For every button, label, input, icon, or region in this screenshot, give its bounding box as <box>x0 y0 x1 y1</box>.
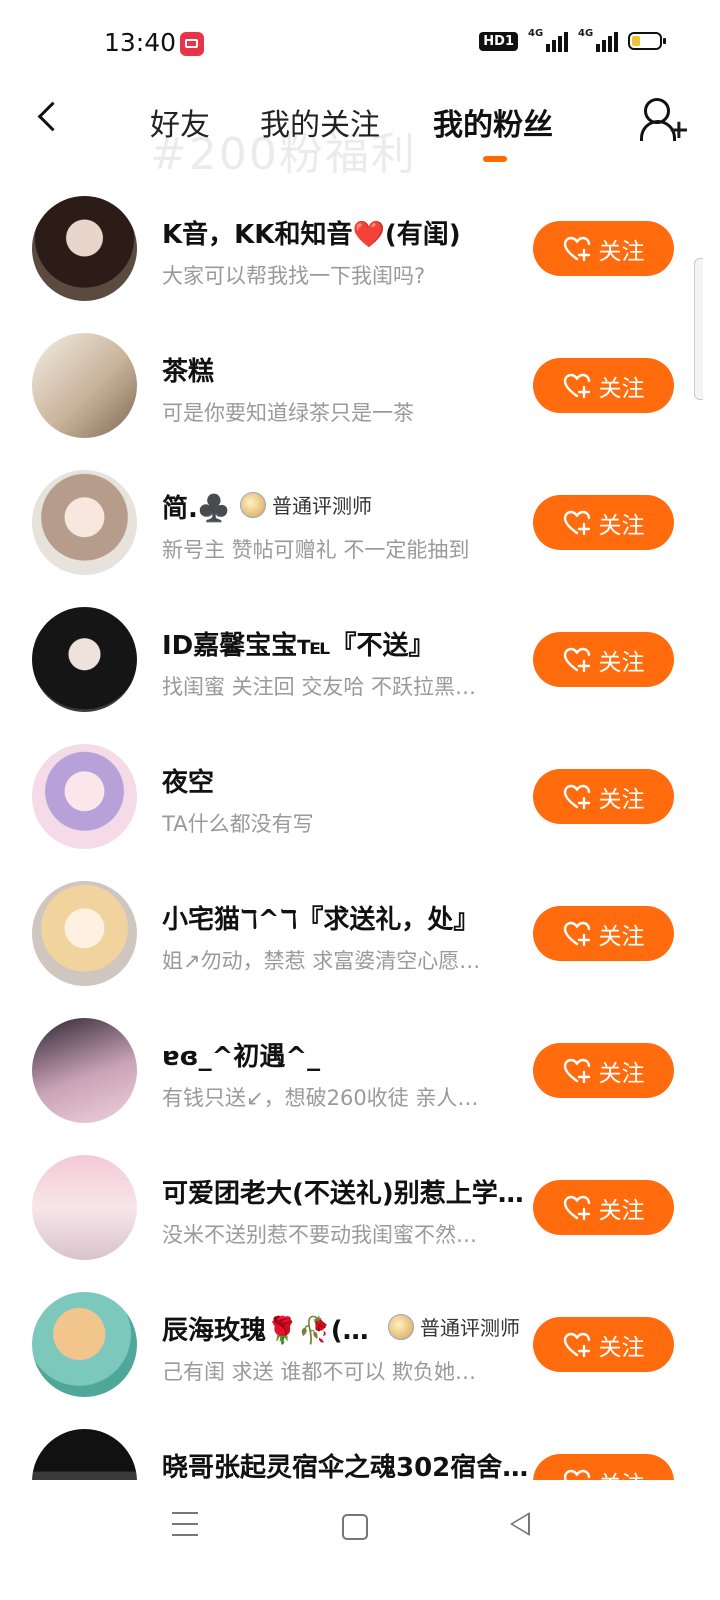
follow-button[interactable]: 关注 <box>533 906 674 961</box>
follow-button[interactable]: 关注 <box>533 495 674 550</box>
follow-button[interactable]: 关注 <box>533 632 674 687</box>
list-item[interactable]: 晓哥张起灵宿伞之魂302宿舍… 关注 <box>0 1411 720 1480</box>
header: #200粉福利 好友 我的关注 我的粉丝 + <box>0 88 720 180</box>
follow-label: 关注 <box>598 1334 645 1361</box>
fan-name: 夜空 <box>162 768 215 798</box>
follow-button[interactable]: 关注 <box>533 769 674 824</box>
heart-plus-icon <box>563 236 591 262</box>
reviewer-badge-label: 普通评测师 <box>420 1316 520 1340</box>
fan-bio: TA什么都没有写 <box>162 812 314 836</box>
list-item[interactable]: 茶糕 可是你要知道绿茶只是一茶 关注 <box>0 315 720 452</box>
heart-plus-icon <box>563 373 591 399</box>
avatar[interactable] <box>32 196 137 301</box>
fan-name: 晓哥张起灵宿伞之魂302宿舍… <box>162 1453 529 1480</box>
fan-name: 辰海玫瑰🌹🥀(… <box>162 1316 369 1346</box>
fan-name: K音，KK和知音❤️(有闺) <box>162 220 461 250</box>
list-item[interactable]: ɐɞ_^初遇^_ 有钱只送↙，想破260收徒 亲人… 关注 <box>0 1000 720 1137</box>
back-button[interactable] <box>30 98 70 138</box>
list-item[interactable]: 小宅猫ℸ^ℸ『求送礼，处』 姐↗勿动，禁惹 求富婆清空心愿… 关注 <box>0 863 720 1000</box>
follow-label: 关注 <box>598 1060 645 1087</box>
screen-record-icon <box>180 32 204 56</box>
fan-list: K音，KK和知音❤️(有闺) 大家可以帮我找一下我闺吗? 关注 茶糕 可是你要知… <box>0 178 720 1480</box>
avatar[interactable] <box>32 1155 137 1260</box>
follow-label: 关注 <box>598 786 645 813</box>
status-bar: 13:40 HD1 4G 4G <box>0 0 720 88</box>
avatar[interactable] <box>32 881 137 986</box>
fan-bio: 找闺蜜 关注回 交友哈 不跃拉黑… <box>162 675 477 699</box>
reviewer-badge-icon <box>240 491 266 518</box>
fan-name: ID嘉馨宝宝℡『不送』 <box>162 631 435 661</box>
heart-plus-icon <box>563 784 591 810</box>
reviewer-badge: 普通评测师 <box>240 490 372 519</box>
follow-label: 关注 <box>598 512 645 539</box>
avatar[interactable] <box>32 1292 137 1397</box>
fan-bio: 大家可以帮我找一下我闺吗? <box>162 264 426 288</box>
back-triangle-icon[interactable] <box>510 1512 530 1536</box>
follow-label: 关注 <box>598 238 645 265</box>
reviewer-badge-label: 普通评测师 <box>272 494 372 518</box>
battery-icon <box>628 32 666 50</box>
tab-friends[interactable]: 好友 <box>150 100 210 144</box>
fan-bio: 有钱只送↙，想破260收徒 亲人… <box>162 1086 479 1110</box>
fan-name: 简.♣️ <box>162 494 231 524</box>
list-item[interactable]: ID嘉馨宝宝℡『不送』 找闺蜜 关注回 交友哈 不跃拉黑… 关注 <box>0 589 720 726</box>
tab-following[interactable]: 我的关注 <box>260 100 380 144</box>
follow-label: 关注 <box>598 649 645 676</box>
avatar[interactable] <box>32 744 137 849</box>
fan-name: 小宅猫ℸ^ℸ『求送礼，处』 <box>162 905 480 935</box>
reviewer-badge: 普通评测师 <box>388 1312 520 1341</box>
fan-name: ɐɞ_^初遇^_ <box>162 1042 321 1072</box>
fan-name: 茶糕 <box>162 357 215 387</box>
signal-label-2: 4G <box>578 28 594 39</box>
fan-bio: 没米不送别惹不要动我闺蜜不然… <box>162 1223 477 1247</box>
follow-button[interactable]: 关注 <box>533 221 674 276</box>
avatar[interactable] <box>32 607 137 712</box>
fan-bio: 己有闺 求送 谁都不可以 欺负她… <box>162 1360 477 1384</box>
hd-icon: HD1 <box>479 31 518 51</box>
home-icon[interactable] <box>342 1514 368 1540</box>
follow-label: 关注 <box>599 1465 645 1481</box>
fan-bio: 姐↗勿动，禁惹 求富婆清空心愿… <box>162 949 481 973</box>
fan-bio: 新号主 赞帖可赠礼 不一定能抽到 <box>162 538 470 562</box>
follow-button[interactable]: 关注 <box>533 1317 674 1372</box>
signal-label-1: 4G <box>528 28 544 39</box>
follow-button[interactable]: 关注 <box>533 358 674 413</box>
heart-plus-icon <box>563 1332 591 1358</box>
avatar[interactable] <box>32 470 137 575</box>
heart-plus-icon <box>563 1469 591 1480</box>
reviewer-badge-icon <box>388 1313 414 1340</box>
system-nav-bar <box>0 1480 720 1600</box>
heart-plus-icon <box>563 1058 591 1084</box>
tab-fans[interactable]: 我的粉丝 <box>433 100 553 144</box>
list-item[interactable]: 可爱团老大(不送礼)别惹上学… 没米不送别惹不要动我闺蜜不然… 关注 <box>0 1137 720 1274</box>
active-tab-indicator <box>483 156 507 162</box>
fan-bio: 可是你要知道绿茶只是一茶 <box>162 401 414 425</box>
follow-label: 关注 <box>598 375 645 402</box>
avatar[interactable] <box>32 333 137 438</box>
heart-plus-icon <box>563 647 591 673</box>
follow-label: 关注 <box>598 1197 645 1224</box>
add-friend-button[interactable]: + <box>640 96 690 144</box>
list-item[interactable]: 简.♣️ 普通评测师 新号主 赞帖可赠礼 不一定能抽到 关注 <box>0 452 720 589</box>
status-time: 13:40 <box>104 28 177 57</box>
follow-label: 关注 <box>598 923 645 950</box>
heart-plus-icon <box>563 921 591 947</box>
avatar[interactable] <box>32 1018 137 1123</box>
list-item[interactable]: 夜空 TA什么都没有写 关注 <box>0 726 720 863</box>
status-icons: HD1 4G 4G <box>479 28 666 52</box>
heart-plus-icon <box>563 1195 591 1221</box>
follow-button[interactable]: 关注 <box>533 1454 674 1480</box>
menu-icon[interactable] <box>172 1512 198 1538</box>
signal-icon-2: 4G <box>578 28 618 52</box>
follow-button[interactable]: 关注 <box>533 1180 674 1235</box>
list-item[interactable]: 辰海玫瑰🌹🥀(… 普通评测师 己有闺 求送 谁都不可以 欺负她… 关注 <box>0 1274 720 1411</box>
list-item[interactable]: K音，KK和知音❤️(有闺) 大家可以帮我找一下我闺吗? 关注 <box>0 178 720 315</box>
avatar[interactable] <box>32 1429 137 1480</box>
fan-name: 可爱团老大(不送礼)别惹上学… <box>162 1179 524 1209</box>
signal-icon-1: 4G <box>528 28 568 52</box>
follow-button[interactable]: 关注 <box>533 1043 674 1098</box>
heart-plus-icon <box>563 510 591 536</box>
